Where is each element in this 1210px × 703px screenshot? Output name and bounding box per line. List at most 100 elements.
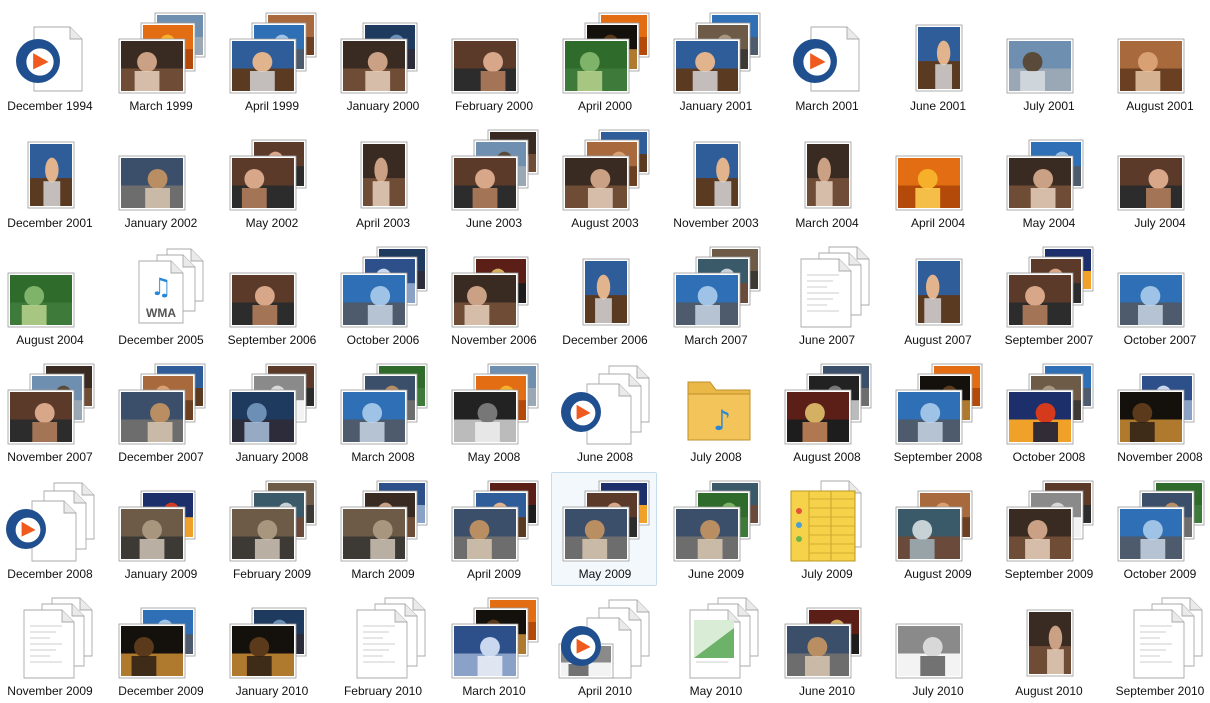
file-item[interactable]: May 2002: [218, 121, 324, 235]
file-item[interactable]: July 2009: [773, 472, 879, 586]
file-item[interactable]: March 2010: [440, 589, 546, 703]
photo-icon: [888, 243, 988, 331]
file-label: July 2001: [1023, 99, 1075, 113]
file-item[interactable]: August 2009: [884, 472, 990, 586]
file-item[interactable]: June 2001: [884, 4, 990, 118]
file-item[interactable]: August 2001: [1106, 4, 1210, 118]
file-item[interactable]: October 2008: [995, 355, 1101, 469]
file-item[interactable]: ♫ WMA December 2005: [107, 238, 213, 352]
file-item[interactable]: ♪ July 2008: [662, 355, 768, 469]
file-item[interactable]: December 2006: [551, 238, 657, 352]
document-stack-icon: [1110, 594, 1210, 682]
photo-stack-icon: [444, 126, 544, 214]
file-item[interactable]: September 2006: [218, 238, 324, 352]
file-item[interactable]: December 2008: [0, 472, 102, 586]
file-item[interactable]: March 2001: [773, 4, 879, 118]
svg-text:WMA: WMA: [146, 306, 176, 320]
file-item[interactable]: August 2008: [773, 355, 879, 469]
file-item[interactable]: December 2007: [107, 355, 213, 469]
file-label: March 2007: [684, 333, 748, 347]
file-item[interactable]: April 2004: [884, 121, 990, 235]
file-item[interactable]: January 2000: [329, 4, 435, 118]
file-label: September 2007: [1004, 333, 1094, 347]
file-item[interactable]: January 2010: [218, 589, 324, 703]
file-item[interactable]: July 2004: [1106, 121, 1210, 235]
file-item[interactable]: September 2007: [995, 238, 1101, 352]
photo-stack-icon: [333, 9, 433, 97]
file-label: April 2004: [910, 216, 966, 230]
file-item[interactable]: June 2003: [440, 121, 546, 235]
file-label: July 2010: [912, 684, 964, 698]
file-label: February 2010: [343, 684, 423, 698]
file-item[interactable]: January 2008: [218, 355, 324, 469]
file-label: June 2009: [687, 567, 745, 581]
photo-stack-icon: [333, 243, 433, 331]
document-stack-icon: [666, 594, 766, 682]
photo-icon: [999, 594, 1099, 682]
file-label: October 2007: [1123, 333, 1197, 347]
file-item[interactable]: August 2007: [884, 238, 990, 352]
file-item[interactable]: April 2009: [440, 472, 546, 586]
file-label: February 2009: [232, 567, 312, 581]
file-item[interactable]: February 2000: [440, 4, 546, 118]
file-label: April 2000: [577, 99, 633, 113]
file-item[interactable]: November 2008: [1106, 355, 1210, 469]
file-item[interactable]: February 2009: [218, 472, 324, 586]
file-item[interactable]: October 2006: [329, 238, 435, 352]
file-item[interactable]: November 2006: [440, 238, 546, 352]
photo-stack-icon: [444, 594, 544, 682]
file-label: June 2003: [465, 216, 523, 230]
file-item[interactable]: November 2009: [0, 589, 102, 703]
file-label: August 2010: [1015, 684, 1083, 698]
file-item[interactable]: February 2010: [329, 589, 435, 703]
file-label: September 2008: [893, 450, 983, 464]
file-label: May 2010: [689, 684, 743, 698]
file-item[interactable]: May 2009: [551, 472, 657, 586]
photo-icon: [555, 243, 655, 331]
file-item[interactable]: March 2008: [329, 355, 435, 469]
file-item[interactable]: January 2001: [662, 4, 768, 118]
file-item[interactable]: August 2010: [995, 589, 1101, 703]
file-item[interactable]: December 2009: [107, 589, 213, 703]
file-item[interactable]: October 2009: [1106, 472, 1210, 586]
file-item[interactable]: June 2010: [773, 589, 879, 703]
file-label: August 2009: [904, 567, 972, 581]
file-item[interactable]: September 2010: [1106, 589, 1210, 703]
photo-icon: [0, 243, 100, 331]
file-label: January 2002: [124, 216, 198, 230]
file-item[interactable]: April 2003: [329, 121, 435, 235]
file-item[interactable]: April 2000: [551, 4, 657, 118]
document-stack-icon: [333, 594, 433, 682]
file-item[interactable]: January 2002: [107, 121, 213, 235]
file-item[interactable]: July 2001: [995, 4, 1101, 118]
file-item[interactable]: May 2010: [662, 589, 768, 703]
file-item[interactable]: March 2009: [329, 472, 435, 586]
file-item[interactable]: January 2009: [107, 472, 213, 586]
file-item[interactable]: April 1999: [218, 4, 324, 118]
file-item[interactable]: November 2007: [0, 355, 102, 469]
file-item[interactable]: August 2003: [551, 121, 657, 235]
file-item[interactable]: September 2008: [884, 355, 990, 469]
file-label: July 2004: [1134, 216, 1186, 230]
photo-stack-icon: [111, 477, 211, 565]
file-item[interactable]: May 2008: [440, 355, 546, 469]
file-item[interactable]: September 2009: [995, 472, 1101, 586]
file-item[interactable]: December 2001: [0, 121, 102, 235]
file-item[interactable]: November 2003: [662, 121, 768, 235]
file-item[interactable]: October 2007: [1106, 238, 1210, 352]
file-item[interactable]: March 2007: [662, 238, 768, 352]
file-item[interactable]: December 1994: [0, 4, 102, 118]
file-item[interactable]: March 1999: [107, 4, 213, 118]
file-item[interactable]: June 2008: [551, 355, 657, 469]
file-item[interactable]: July 2010: [884, 589, 990, 703]
media-player-file-icon: [777, 9, 877, 97]
album-art-stack-icon: [888, 477, 988, 565]
file-item[interactable]: May 2004: [995, 121, 1101, 235]
file-item[interactable]: March 2004: [773, 121, 879, 235]
file-label: May 2002: [245, 216, 299, 230]
file-item[interactable]: August 2004: [0, 238, 102, 352]
file-item[interactable]: June 2007: [773, 238, 879, 352]
file-item[interactable]: April 2010: [551, 589, 657, 703]
file-item[interactable]: June 2009: [662, 472, 768, 586]
svg-text:♪: ♪: [713, 404, 731, 437]
